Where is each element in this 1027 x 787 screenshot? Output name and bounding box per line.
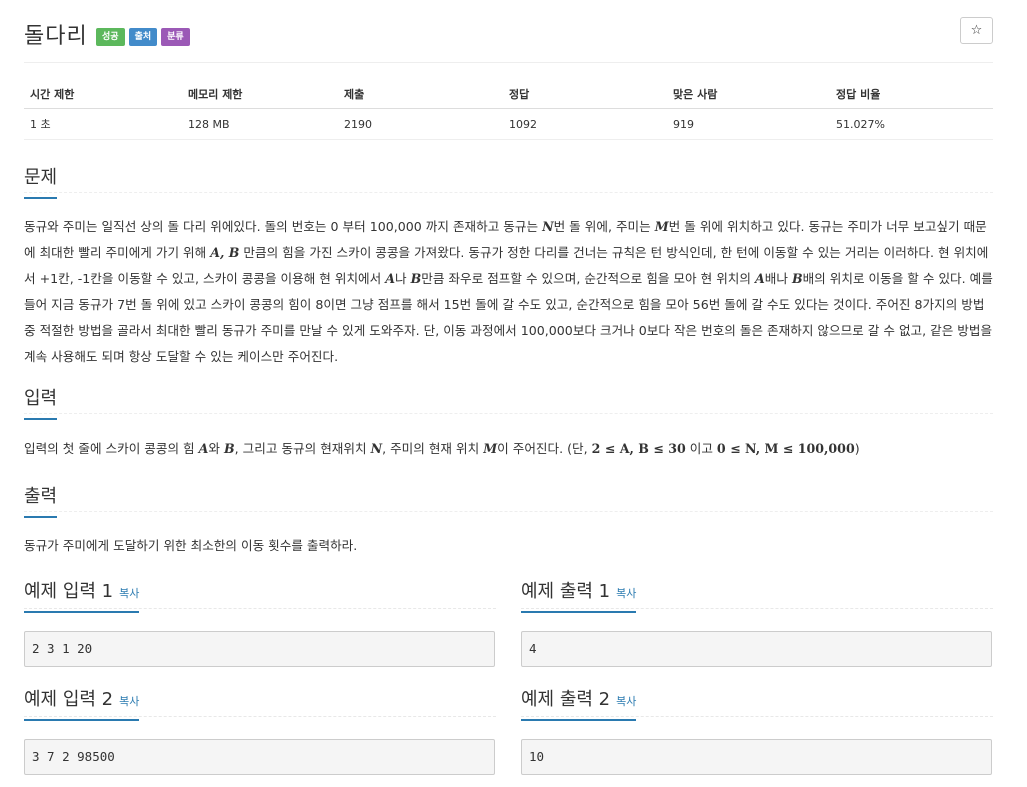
sample-input-2-head: 예제 입력 2 복사 <box>24 685 496 721</box>
solvers-header: 맞은 사람 <box>673 88 718 101</box>
sample-input-1-title-text: 예제 입력 1 <box>24 581 114 602</box>
desc-text-5: 나 <box>395 271 411 286</box>
ratio-value: 51.027% <box>836 117 885 131</box>
output-rule <box>24 511 993 512</box>
var-b: B <box>410 271 422 286</box>
var-a: A <box>385 271 396 286</box>
info-header-row: 시간 제한 메모리 제한 제출 정답 맞은 사람 정답 비율 <box>24 80 993 109</box>
output-heading: 출력 <box>24 482 58 518</box>
desc-text-7: 배나 <box>764 271 792 286</box>
sample-input-2-box[interactable]: 3 7 2 98500 <box>24 739 495 775</box>
info-value-row: 1 초 128 MB 2190 1092 919 51.027% <box>24 109 993 140</box>
sample-output-2: 예제 출력 2 복사 10 <box>521 685 993 775</box>
input-text-2: 와 <box>208 441 225 456</box>
var-a-b: A, B <box>210 245 240 260</box>
input-rule <box>24 413 993 414</box>
copy-button[interactable]: 복사 <box>119 587 139 600</box>
sample-output-1-head: 예제 출력 1 복사 <box>521 577 993 613</box>
var-m: M <box>654 219 669 234</box>
var-m: M <box>483 441 498 456</box>
var-a: A <box>754 271 765 286</box>
input-text-7: ) <box>854 441 860 456</box>
var-b: B <box>791 271 803 286</box>
submissions-value: 2190 <box>344 117 372 131</box>
input-text-5: 이 주어진다. (단, <box>497 441 592 456</box>
sample-output-1-box[interactable]: 4 <box>521 631 992 667</box>
ratio-header: 정답 비율 <box>836 88 881 101</box>
desc-text-2: 번 돌 위에, 주미는 <box>553 219 655 234</box>
var-a: A <box>198 441 209 456</box>
success-label[interactable]: 성공 <box>96 28 125 46</box>
memory-limit-value: 128 MB <box>188 117 230 131</box>
input-text-4: , 주미의 현재 위치 <box>382 441 484 456</box>
input-section-head: 입력 <box>24 384 993 420</box>
sample-output-2-title-text: 예제 출력 2 <box>521 689 611 710</box>
sample-rule <box>24 716 496 717</box>
time-limit-value: 1 초 <box>30 118 51 131</box>
input-text-1: 입력의 첫 줄에 스카이 콩콩의 힘 <box>24 441 199 456</box>
range-n-m: 0 ≤ N, M ≤ 100,000 <box>716 441 855 456</box>
copy-button[interactable]: 복사 <box>616 587 636 600</box>
copy-button[interactable]: 복사 <box>616 695 636 708</box>
sample-rule <box>521 716 993 717</box>
input-text-6: 이고 <box>685 441 717 456</box>
sample-input-2: 예제 입력 2 복사 3 7 2 98500 <box>24 685 496 775</box>
category-label[interactable]: 분류 <box>161 28 190 46</box>
var-n: N <box>542 219 554 234</box>
problem-header: 돌다리 성공 출처 분류 ☆ <box>24 14 993 62</box>
input-text: 입력의 첫 줄에 스카이 콩콩의 힘 A와 B, 그리고 동규의 현재위치 N,… <box>24 436 993 462</box>
sample-output-1-title-text: 예제 출력 1 <box>521 581 611 602</box>
range-a-b: 2 ≤ A, B ≤ 30 <box>591 441 686 456</box>
var-n: N <box>370 441 383 456</box>
input-heading: 입력 <box>24 384 58 420</box>
source-label[interactable]: 출처 <box>128 28 158 46</box>
description-text: 동규와 주미는 일직선 상의 돌 다리 위에있다. 돌의 번호는 0 부터 10… <box>24 214 993 370</box>
accepted-value: 1092 <box>509 117 537 131</box>
submissions-header: 제출 <box>344 88 365 101</box>
star-button[interactable]: ☆ <box>960 17 993 44</box>
description-heading: 문제 <box>24 163 58 199</box>
header-divider <box>24 62 993 63</box>
sample-output-1: 예제 출력 1 복사 4 <box>521 577 993 667</box>
description-rule <box>24 192 993 193</box>
copy-button[interactable]: 복사 <box>119 695 139 708</box>
input-text-3: , 그리고 동규의 현재위치 <box>234 441 371 456</box>
sample-output-2-box[interactable]: 10 <box>521 739 992 775</box>
solvers-value: 919 <box>673 117 694 131</box>
memory-limit-header: 메모리 제한 <box>188 88 243 101</box>
desc-text-1: 동규와 주미는 일직선 상의 돌 다리 위에있다. 돌의 번호는 0 부터 10… <box>24 219 543 234</box>
var-b: B <box>224 441 235 456</box>
sample-output-2-head: 예제 출력 2 복사 <box>521 685 993 721</box>
sample-input-1: 예제 입력 1 복사 2 3 1 20 <box>24 577 496 667</box>
output-text: 동규가 주미에게 도달하기 위한 최소한의 이동 횟수를 출력하라. <box>24 538 358 553</box>
description-section-head: 문제 <box>24 163 993 199</box>
star-icon: ☆ <box>970 23 983 38</box>
sample-rule <box>521 608 993 609</box>
desc-text-6: 만큼 좌우로 점프할 수 있으며, 순간적으로 힘을 모아 현 위치의 <box>421 271 755 286</box>
problem-labels: 성공 출처 분류 <box>96 28 190 46</box>
problem-title: 돌다리 <box>24 24 88 49</box>
accepted-header: 정답 <box>509 88 530 101</box>
output-section-head: 출력 <box>24 482 993 518</box>
sample-input-2-title-text: 예제 입력 2 <box>24 689 114 710</box>
problem-info-table: 시간 제한 메모리 제한 제출 정답 맞은 사람 정답 비율 1 초 128 M… <box>24 80 993 140</box>
sample-rule <box>24 608 496 609</box>
sample-input-1-box[interactable]: 2 3 1 20 <box>24 631 495 667</box>
sample-input-1-head: 예제 입력 1 복사 <box>24 577 496 613</box>
time-limit-header: 시간 제한 <box>30 88 75 101</box>
